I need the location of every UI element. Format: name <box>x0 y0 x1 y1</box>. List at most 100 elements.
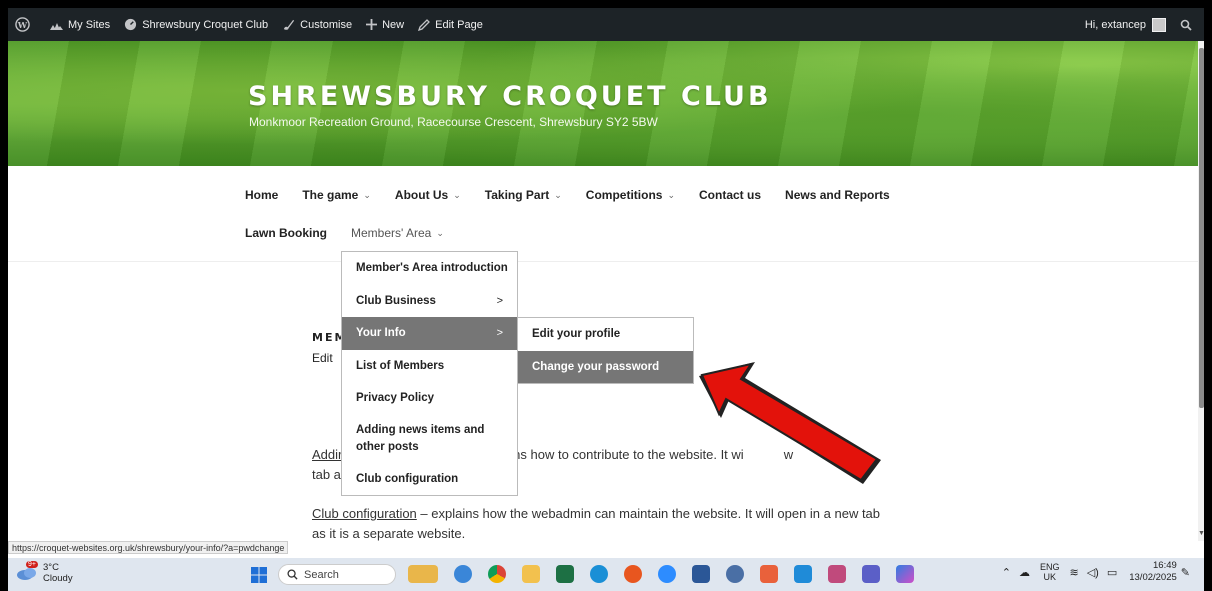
firefox-icon[interactable] <box>624 565 642 583</box>
nav-item-taking-part[interactable]: Taking Part ⌄ <box>485 188 562 202</box>
copilot-icon[interactable] <box>896 565 914 583</box>
lang-top: ENG <box>1039 562 1060 572</box>
menu-item-your-info[interactable]: Your Info > <box>342 317 517 350</box>
office-app-icon[interactable] <box>760 565 778 583</box>
account-menu[interactable]: Hi, extancep <box>1078 8 1173 41</box>
onedrive-icon[interactable]: ☁ <box>1019 566 1030 579</box>
clock[interactable]: 16:49 13/02/2025 <box>1129 560 1177 584</box>
wordpress-logo-button[interactable]: W <box>8 8 42 41</box>
menu-item-label: Change your password <box>532 360 660 373</box>
word-icon[interactable] <box>692 565 710 583</box>
plus-icon <box>366 19 378 30</box>
avatar <box>1152 17 1166 32</box>
edit-page-link[interactable]: Edit Page <box>411 8 490 41</box>
status-bar-url: https://croquet-websites.org.uk/shrewsbu… <box>8 541 289 554</box>
menu-item-adding-news-items[interactable]: Adding news items and other posts <box>342 415 517 463</box>
wp-admin-bar: W My Sites Shrewsbury Croquet Club Custo… <box>8 8 1204 41</box>
lang-bottom: UK <box>1043 572 1056 582</box>
nav-item-competitions[interactable]: Competitions ⌄ <box>586 188 675 202</box>
nav-item-lawn-booking[interactable]: Lawn Booking <box>245 226 327 240</box>
nav-item-news-and-reports[interactable]: News and Reports <box>785 188 890 202</box>
nav-row-primary: Home The game ⌄ About Us ⌄ Taking Part ⌄ Co… <box>245 188 914 202</box>
customise-link[interactable]: Customise <box>275 8 359 41</box>
nav-item-contact-us[interactable]: Contact us <box>699 188 761 202</box>
edit-link[interactable]: Edit <box>312 351 333 365</box>
menu-item-label: Club configuration <box>356 472 459 485</box>
taskbar-search[interactable]: Search <box>278 564 396 585</box>
chrome-icon[interactable] <box>488 565 506 583</box>
zoom-icon[interactable] <box>658 565 676 583</box>
stacked-app-icon[interactable] <box>828 565 846 583</box>
edge-icon[interactable] <box>590 565 608 583</box>
start-button[interactable] <box>251 567 267 586</box>
search-placeholder: Search <box>304 568 339 581</box>
clock-date: 13/02/2025 <box>1129 572 1177 583</box>
nav-label: About Us <box>394 188 449 202</box>
new-content-menu[interactable]: New <box>359 8 411 41</box>
chevron-down-icon: ⌄ <box>554 189 562 200</box>
nav-item-home[interactable]: Home <box>245 188 278 202</box>
wifi-icon[interactable]: ≋ <box>1069 566 1078 579</box>
admin-search-button[interactable] <box>1173 8 1204 41</box>
members-area-dropdown: Member's Area introduction Club Business… <box>341 251 518 496</box>
nav-label: Members' Area <box>351 226 432 240</box>
excel-icon[interactable] <box>556 565 574 583</box>
site-title[interactable]: SHREWSBURY CROQUET CLUB <box>248 81 772 112</box>
widgets-app-icon[interactable] <box>408 565 438 583</box>
menu-item-club-configuration[interactable]: Club configuration <box>342 463 517 496</box>
menu-item-privacy-policy[interactable]: Privacy Policy <box>342 382 517 415</box>
nav-label: Home <box>245 188 279 202</box>
menu-item-label: Member's Area introduction <box>356 262 508 275</box>
battery-icon[interactable]: ▭ <box>1107 566 1117 579</box>
menu-item-label: Club Business <box>356 294 436 307</box>
chevron-right-icon: > <box>496 327 503 340</box>
menu-item-club-business[interactable]: Club Business > <box>342 285 517 318</box>
nav-label: Contact us <box>699 188 762 202</box>
my-sites-menu[interactable]: My Sites <box>42 8 117 41</box>
menu-item-label: Edit your profile <box>532 328 621 341</box>
nav-item-members-area[interactable]: Members' Area ⌄ <box>351 226 444 240</box>
language-indicator[interactable]: ENG UK <box>1040 562 1060 582</box>
site-header: SHREWSBURY CROQUET CLUB Monkmoor Recreat… <box>8 41 1204 166</box>
pencil-icon <box>418 18 431 31</box>
paragraph-text: – explains how the webadmin can maintain… <box>416 506 881 521</box>
menu-item-label: Your Info <box>356 327 406 340</box>
my-sites-icon <box>50 22 63 30</box>
menu-item-label: List of Members <box>356 359 445 372</box>
clock-time: 16:49 <box>1153 560 1177 571</box>
notifications-icon[interactable]: ✎ <box>1181 566 1190 579</box>
settings-app-icon[interactable] <box>726 565 744 583</box>
nav-label: Competitions <box>585 188 663 202</box>
club-configuration-link[interactable]: Club configuration <box>312 506 417 521</box>
browser-viewport: W My Sites Shrewsbury Croquet Club Custo… <box>8 8 1204 591</box>
scrollbar-thumb[interactable] <box>1199 48 1204 408</box>
site-name-menu[interactable]: Shrewsbury Croquet Club <box>117 8 275 41</box>
paragraph-line2: tab a <box>312 467 341 482</box>
dashboard-icon <box>125 18 137 31</box>
windows-icon <box>251 567 267 583</box>
menu-item-label: Adding news items and other posts <box>356 423 485 453</box>
weather-widget[interactable]: 9+ 3°C Cloudy <box>16 561 73 584</box>
calendar-app-icon[interactable] <box>794 565 812 583</box>
teams-icon[interactable] <box>862 565 880 583</box>
chevron-down-icon: ⌄ <box>363 189 371 200</box>
scroll-down-icon[interactable]: ▼ <box>1198 530 1204 537</box>
menu-item-edit-your-profile[interactable]: Edit your profile <box>518 318 693 351</box>
menu-item-members-area-introduction[interactable]: Member's Area introduction <box>342 252 517 285</box>
nav-item-about-us[interactable]: About Us ⌄ <box>395 188 461 202</box>
main-navigation: Home The game ⌄ About Us ⌄ Taking Part ⌄ Co… <box>8 166 1204 262</box>
chat-app-icon[interactable] <box>454 565 472 583</box>
brush-icon <box>283 19 295 30</box>
nav-item-the-game[interactable]: The game ⌄ <box>302 188 371 202</box>
file-explorer-icon[interactable] <box>522 565 540 583</box>
weather-desc: Cloudy <box>43 573 73 584</box>
adding-news-link[interactable]: Addir <box>312 447 342 462</box>
greeting-label: Hi, extancep <box>1084 18 1146 31</box>
volume-icon[interactable]: ◁) <box>1087 566 1099 579</box>
nav-label: News and Reports <box>785 188 890 202</box>
edit-page-label: Edit Page <box>435 18 483 31</box>
menu-item-list-of-members[interactable]: List of Members <box>342 350 517 383</box>
chevron-up-icon[interactable]: ⌃ <box>1002 566 1011 579</box>
nav-label: Taking Part <box>484 188 550 202</box>
menu-item-change-your-password[interactable]: Change your password <box>518 350 693 383</box>
